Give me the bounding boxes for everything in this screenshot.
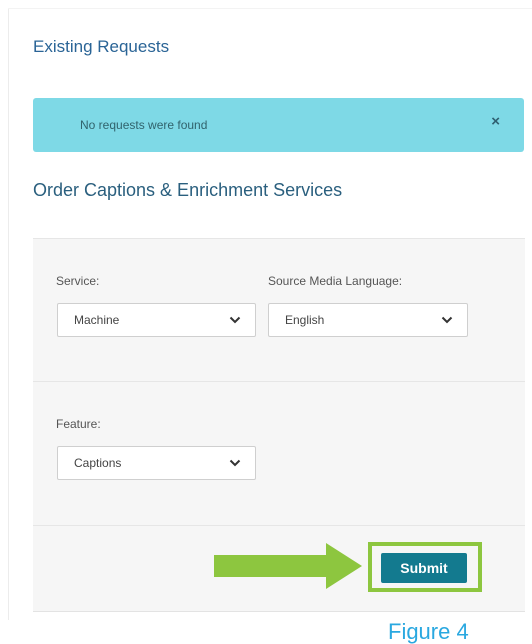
- chevron-down-icon: [229, 459, 241, 467]
- source-language-selected-value: English: [285, 313, 325, 327]
- alert-message: No requests were found: [80, 118, 208, 132]
- service-selected-value: Machine: [74, 313, 120, 327]
- existing-requests-heading: Existing Requests: [33, 37, 170, 56]
- service-label: Service:: [56, 274, 100, 288]
- service-select[interactable]: Machine: [57, 303, 256, 337]
- feature-section: Feature: Captions: [33, 381, 525, 526]
- service-language-section: Service: Machine Source Media Language: …: [33, 238, 525, 382]
- chevron-down-icon: [229, 316, 241, 324]
- figure-caption: Figure 4: [388, 619, 469, 644]
- source-language-select[interactable]: English: [268, 303, 468, 337]
- close-icon[interactable]: ×: [491, 114, 500, 129]
- frame-divider: [8, 8, 9, 620]
- feature-selected-value: Captions: [74, 456, 122, 470]
- source-language-label: Source Media Language:: [268, 274, 403, 288]
- feature-select[interactable]: Captions: [57, 446, 256, 480]
- order-services-heading: Order Captions & Enrichment Services: [33, 180, 343, 200]
- chevron-down-icon: [441, 316, 453, 324]
- no-requests-alert: No requests were found ×: [33, 98, 524, 152]
- arrow-right-icon: [214, 543, 362, 589]
- frame-divider: [8, 8, 532, 9]
- submit-button[interactable]: Submit: [381, 553, 467, 583]
- feature-label: Feature:: [56, 417, 101, 431]
